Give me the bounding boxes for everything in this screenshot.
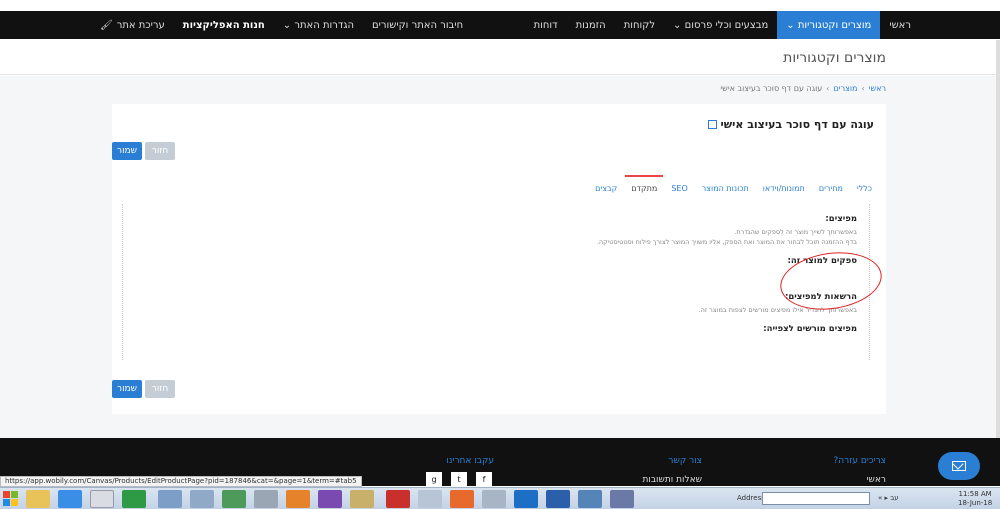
twitter-icon[interactable]: t bbox=[451, 472, 467, 486]
footer-help-link[interactable]: ראשי bbox=[867, 475, 887, 485]
windows-taskbar: Address « ▸ עב 11:58 AM 18-Jun-18 bbox=[0, 487, 1000, 509]
file-explorer-icon[interactable] bbox=[26, 490, 50, 508]
folder-icon[interactable] bbox=[418, 490, 442, 508]
save-button-bottom[interactable]: שמור bbox=[112, 380, 142, 398]
product-edit-panel: עוגה עם דף סוכר בעיצוב אישי שמור חזור כל… bbox=[112, 104, 886, 414]
top-nav: ראשי מוצרים וקטגוריות ⌄ מבצעים וכלי פרסו… bbox=[0, 11, 1000, 39]
envelope-icon bbox=[952, 461, 966, 471]
tab-images-video[interactable]: תמונות/וידאו bbox=[763, 184, 805, 193]
tab-seo[interactable]: SEO bbox=[671, 184, 687, 193]
back-button-bottom[interactable]: חזור bbox=[145, 380, 175, 398]
advanced-tab-content: מפיצים: באפשרותך לשייך מוצר זה לספקים שה… bbox=[122, 204, 870, 360]
page-header: מוצרים וקטגוריות bbox=[0, 40, 1000, 75]
product-title: עוגה עם דף סוכר בעיצוב אישי bbox=[707, 118, 874, 131]
distributors-help-2: בדף ההזמנה תוכל לבחור את המוצר ואת הספק,… bbox=[596, 238, 857, 246]
breadcrumb-separator-icon: › bbox=[826, 84, 830, 93]
settings-app-icon[interactable] bbox=[610, 490, 634, 508]
windows-logo-icon bbox=[3, 491, 10, 498]
secondary-menu: עריכת אתר 🖌 חנות האפליקציות הגדרות האתר ⌄… bbox=[100, 11, 463, 39]
edit-site-link[interactable]: עריכת אתר 🖌 bbox=[100, 20, 165, 31]
tab-prices[interactable]: מחירים bbox=[819, 184, 843, 193]
chevron-down-icon: ⌄ bbox=[786, 19, 795, 31]
network-share-icon[interactable] bbox=[482, 490, 506, 508]
edit-site-label: עריכת אתר bbox=[116, 19, 165, 31]
footer-follow-title: עקבו אחרינו bbox=[446, 456, 494, 466]
product-title-text: עוגה עם דף סוכר בעיצוב אישי bbox=[720, 118, 874, 131]
allowed-distributors-heading: מפיצים מורשים לצפייה: bbox=[763, 324, 857, 334]
start-button[interactable] bbox=[2, 490, 20, 508]
address-label: Address bbox=[737, 494, 765, 502]
windows-logo-icon bbox=[3, 499, 10, 506]
back-button-top[interactable]: חזור bbox=[145, 142, 175, 160]
tab-advanced[interactable]: מתקדם bbox=[625, 175, 664, 193]
footer-contact-title: צור קשר bbox=[668, 456, 702, 466]
tool-icon[interactable] bbox=[350, 490, 374, 508]
firefox-icon[interactable] bbox=[286, 490, 310, 508]
windows-logo-icon bbox=[11, 491, 18, 498]
network-icon[interactable] bbox=[190, 490, 214, 508]
breadcrumb: ראשי › מוצרים › עוגה עם דף סוכר בעיצוב א… bbox=[720, 84, 886, 93]
tab-product-features[interactable]: תכונות המוצר bbox=[702, 184, 749, 193]
chrome-icon[interactable] bbox=[90, 490, 114, 508]
word-icon[interactable] bbox=[546, 490, 570, 508]
system-tray[interactable]: « ▸ עב bbox=[878, 494, 899, 502]
footer-help-title: צריכים עזרה? bbox=[833, 456, 886, 466]
facebook-icon[interactable]: f bbox=[476, 472, 492, 486]
clock-date: 18-Jun-18 bbox=[958, 499, 993, 507]
connect-site-link[interactable]: חיבור האתר וקישורים bbox=[372, 20, 463, 31]
app-icon[interactable] bbox=[254, 490, 278, 508]
image-viewer-icon[interactable] bbox=[158, 490, 182, 508]
save-button-top[interactable]: שמור bbox=[112, 142, 142, 160]
distributors-help-1: באפשרותך לשייך מוצר זה לספקים שהגדרת. bbox=[734, 228, 857, 236]
distributors-heading: מפיצים: bbox=[825, 214, 857, 224]
breadcrumb-products[interactable]: מוצרים bbox=[833, 84, 857, 93]
internet-explorer-icon[interactable] bbox=[58, 490, 82, 508]
nav-customers[interactable]: לקוחות bbox=[615, 11, 664, 39]
address-input[interactable] bbox=[762, 492, 870, 505]
app-store-link[interactable]: חנות האפליקציות bbox=[183, 20, 265, 31]
product-tabs: כללי מחירים תמונות/וידאו תכונות המוצר SE… bbox=[595, 175, 872, 193]
filezilla-icon[interactable] bbox=[386, 490, 410, 508]
nav-home[interactable]: ראשי bbox=[880, 11, 920, 39]
external-link-icon[interactable] bbox=[707, 120, 717, 129]
tab-files[interactable]: קבצים bbox=[595, 184, 617, 193]
tab-general[interactable]: כללי bbox=[857, 184, 872, 193]
chat-button[interactable] bbox=[938, 452, 980, 480]
visual-studio-icon[interactable] bbox=[318, 490, 342, 508]
breadcrumb-current: עוגה עם דף סוכר בעיצוב אישי bbox=[720, 84, 823, 93]
footer-contact-link[interactable]: שאלות ותשובות bbox=[642, 475, 702, 485]
cloud-upload-icon[interactable] bbox=[450, 490, 474, 508]
chevron-down-icon: ⌄ bbox=[282, 19, 292, 31]
page-title: מוצרים וקטגוריות bbox=[783, 50, 886, 66]
main-menu: ראשי מוצרים וקטגוריות ⌄ מבצעים וכלי פרסו… bbox=[525, 11, 920, 39]
breadcrumb-separator-icon: › bbox=[861, 84, 865, 93]
chevron-down-icon: ⌄ bbox=[673, 19, 682, 31]
windows-logo-icon bbox=[11, 499, 18, 506]
brush-icon: 🖌 bbox=[100, 19, 113, 31]
taskbar-clock[interactable]: 11:58 AM 18-Jun-18 bbox=[958, 490, 992, 508]
nav-products-categories[interactable]: מוצרים וקטגוריות ⌄ bbox=[777, 11, 881, 39]
excel-like-icon[interactable] bbox=[122, 490, 146, 508]
status-bar-url: https://app.wobily.com/Canvas/Products/E… bbox=[0, 476, 362, 487]
clock-time: 11:58 AM bbox=[958, 490, 992, 498]
tray-arrow-icon: « ▸ bbox=[878, 494, 891, 502]
remote-desktop-icon[interactable] bbox=[578, 490, 602, 508]
google-plus-icon[interactable]: g bbox=[426, 472, 442, 486]
nav-reports[interactable]: דוחות bbox=[525, 11, 567, 39]
nav-products-label: מוצרים וקטגוריות bbox=[797, 19, 872, 31]
breadcrumb-home[interactable]: ראשי bbox=[869, 84, 886, 93]
tray-language: עב bbox=[890, 494, 899, 502]
site-settings-link[interactable]: הגדרות האתר ⌄ bbox=[283, 20, 354, 31]
outlook-icon[interactable] bbox=[514, 490, 538, 508]
nav-promotions[interactable]: מבצעים וכלי פרסום ⌄ bbox=[664, 11, 777, 39]
nav-orders[interactable]: הזמנות bbox=[567, 11, 615, 39]
site-settings-label: הגדרות האתר bbox=[294, 19, 355, 31]
notepad-icon[interactable] bbox=[222, 490, 246, 508]
page-scrollbar[interactable] bbox=[996, 40, 1000, 438]
nav-promotions-label: מבצעים וכלי פרסום bbox=[684, 19, 769, 31]
